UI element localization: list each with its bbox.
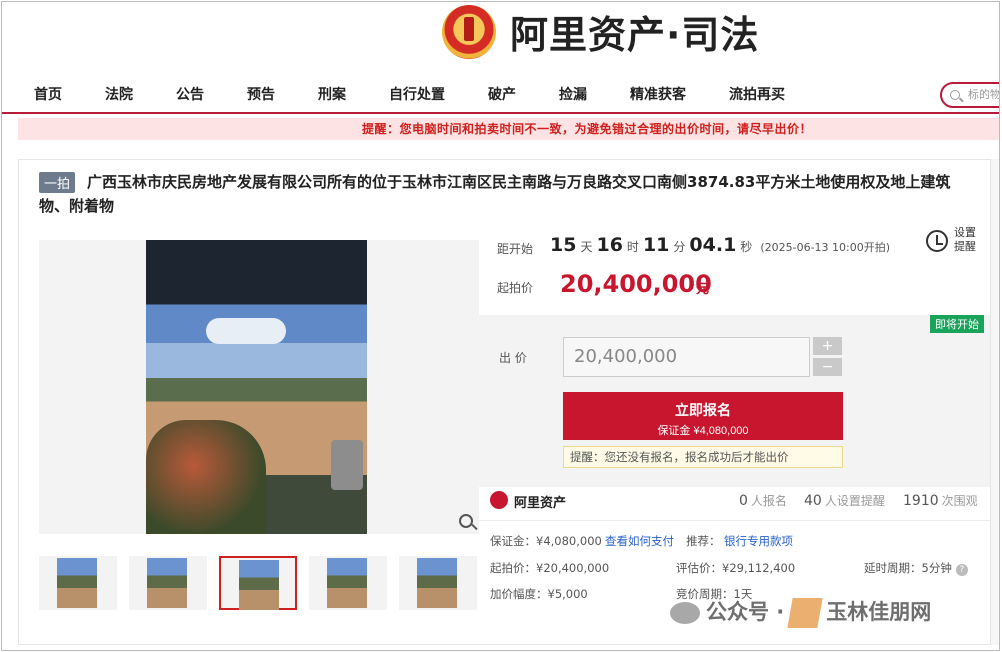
nav-home[interactable]: 首页 — [34, 84, 62, 104]
nav-announcement[interactable]: 公告 — [176, 84, 204, 104]
photo-cloud — [206, 318, 286, 344]
reminder-count-label: 人设置提醒 — [824, 494, 885, 508]
nav-preview[interactable]: 预告 — [247, 84, 275, 104]
reminder-count-value: 40 — [804, 493, 822, 509]
site-logo[interactable]: 阿里资产·司法 — [442, 4, 759, 59]
nav-bargain[interactable]: 捡漏 — [559, 84, 587, 104]
main-photo[interactable] — [146, 240, 367, 534]
main-nav: 首页 法院 公告 预告 刑案 自行处置 破产 捡漏 精准获客 流拍再买 — [2, 74, 999, 114]
stats-divider — [478, 520, 990, 521]
thumbnail-5[interactable] — [399, 556, 477, 610]
countdown-days: 15 — [550, 234, 577, 256]
appraisal-info: 评估价：¥29,112,400 — [676, 561, 796, 575]
bid-label: 出 价 — [499, 351, 527, 365]
browser-frame: 阿里资产·司法 首页 法院 公告 预告 刑案 自行处置 破产 捡漏 精准获客 流… — [1, 1, 1000, 651]
right-edge-panel — [990, 159, 999, 645]
alarm-clock-icon[interactable] — [926, 230, 948, 252]
thumbnail-2[interactable] — [129, 556, 207, 610]
decrease-bid-button[interactable]: − — [813, 358, 842, 376]
countdown-timer: 15 天 16 时 11 分 04.1 秒 (2025-06-13 10:00开拍) — [546, 234, 890, 256]
time-warning-banner: 提醒：您电脑时间和拍卖时间不一致，为避免错过合理的出价时间，请尽早出价！ — [18, 118, 999, 140]
signup-count-value: 0 — [739, 493, 748, 509]
search-placeholder: 标的物 — [968, 88, 1000, 101]
wechat-icon — [670, 602, 700, 624]
view-count: 1910 次围观 — [903, 492, 978, 509]
thumbnail-image — [57, 558, 97, 608]
bank-account-link[interactable]: 银行专用款项 — [724, 533, 793, 549]
nav-relist[interactable]: 流拍再买 — [729, 84, 785, 104]
nav-criminal[interactable]: 刑案 — [318, 84, 346, 104]
signup-button[interactable]: 立即报名 保证金 ¥4,080,000 — [563, 392, 843, 440]
recommend-label: 推荐： — [686, 534, 721, 548]
start-price-value: 20,400,000 — [560, 270, 712, 298]
start-time: (2025-06-13 10:00开拍) — [760, 241, 891, 254]
countdown-label: 距开始 — [497, 242, 534, 256]
thumbnail-3-selected[interactable] — [219, 556, 297, 610]
search-input[interactable]: 标的物 — [940, 82, 1000, 108]
brand-title: 阿里资产·司法 — [510, 13, 760, 57]
watermark: 公众号 · 玉林佳朋网 — [670, 596, 931, 628]
delay-text: 延时周期：5分钟 — [864, 561, 952, 575]
thumbnail-image — [147, 558, 187, 608]
set-reminder-button[interactable]: 设置提醒 — [954, 226, 984, 254]
watermark-text-1: 公众号 · — [706, 600, 785, 624]
search-icon — [950, 90, 960, 100]
zoom-icon[interactable] — [459, 514, 473, 528]
countdown-seconds-unit: 秒 — [740, 240, 753, 254]
thumbnail-image — [239, 560, 279, 610]
countdown-minutes-unit: 分 — [673, 240, 686, 254]
signup-hint: 提醒：您还没有报名，报名成功后才能出价 — [563, 446, 843, 468]
watermark-text-2: 玉林佳朋网 — [826, 600, 932, 624]
photo-plant — [146, 420, 266, 534]
countdown-hours-unit: 时 — [626, 240, 639, 254]
thumbnail-4[interactable] — [309, 556, 387, 610]
increment-info: 加价幅度：¥5,000 — [490, 587, 588, 601]
delay-info: 延时周期：5分钟? — [864, 560, 968, 576]
how-to-pay-link[interactable]: 查看如何支付 — [605, 533, 674, 549]
deposit-label: 保证金 ¥4,080,000 — [657, 425, 749, 437]
thumbnail-strip — [39, 556, 479, 612]
nav-bankruptcy[interactable]: 破产 — [488, 84, 516, 104]
help-icon[interactable]: ? — [955, 564, 968, 576]
nav-precise-leads[interactable]: 精准获客 — [630, 84, 686, 104]
view-count-value: 1910 — [903, 493, 939, 509]
signup-count: 0 人报名 — [739, 492, 787, 509]
ali-assets-logo-icon — [490, 491, 508, 509]
thumbnail-image — [327, 558, 367, 608]
countdown-minutes: 11 — [642, 234, 670, 256]
watermark-logo-icon — [787, 598, 823, 628]
round-badge: 一拍 — [39, 172, 76, 193]
nav-court[interactable]: 法院 — [105, 84, 133, 104]
nav-self-disposal[interactable]: 自行处置 — [389, 84, 445, 104]
increase-bid-button[interactable]: + — [813, 337, 842, 355]
thumbnail-1[interactable] — [39, 556, 117, 610]
org-name[interactable]: 阿里资产 — [514, 492, 566, 511]
court-emblem-icon — [442, 4, 496, 59]
item-title: 广西玉林市庆民房地产发展有限公司所有的位于玉林市江南区民主南路与万良路交叉口南侧… — [39, 173, 951, 215]
photo-pot — [331, 440, 363, 490]
countdown-seconds: 04.1 — [689, 234, 737, 256]
bid-input[interactable]: 20,400,000 — [563, 337, 810, 377]
reminder-count: 40 人设置提醒 — [804, 492, 885, 509]
thumbnail-image — [417, 558, 457, 608]
signup-count-label: 人报名 — [750, 494, 787, 508]
view-count-label: 次围观 — [941, 494, 978, 508]
start-price-info: 起拍价：¥20,400,000 — [490, 561, 610, 575]
main-photo-viewer[interactable] — [39, 240, 479, 534]
signup-label: 立即报名 — [675, 402, 731, 418]
start-price-label: 起拍价 — [497, 281, 534, 295]
countdown-days-unit: 天 — [580, 240, 593, 254]
currency-unit: 元 — [696, 282, 710, 297]
deposit-info: 保证金：¥4,080,000 — [490, 534, 602, 548]
status-badge: 即将开始 — [930, 315, 984, 333]
countdown-hours: 16 — [596, 234, 623, 256]
